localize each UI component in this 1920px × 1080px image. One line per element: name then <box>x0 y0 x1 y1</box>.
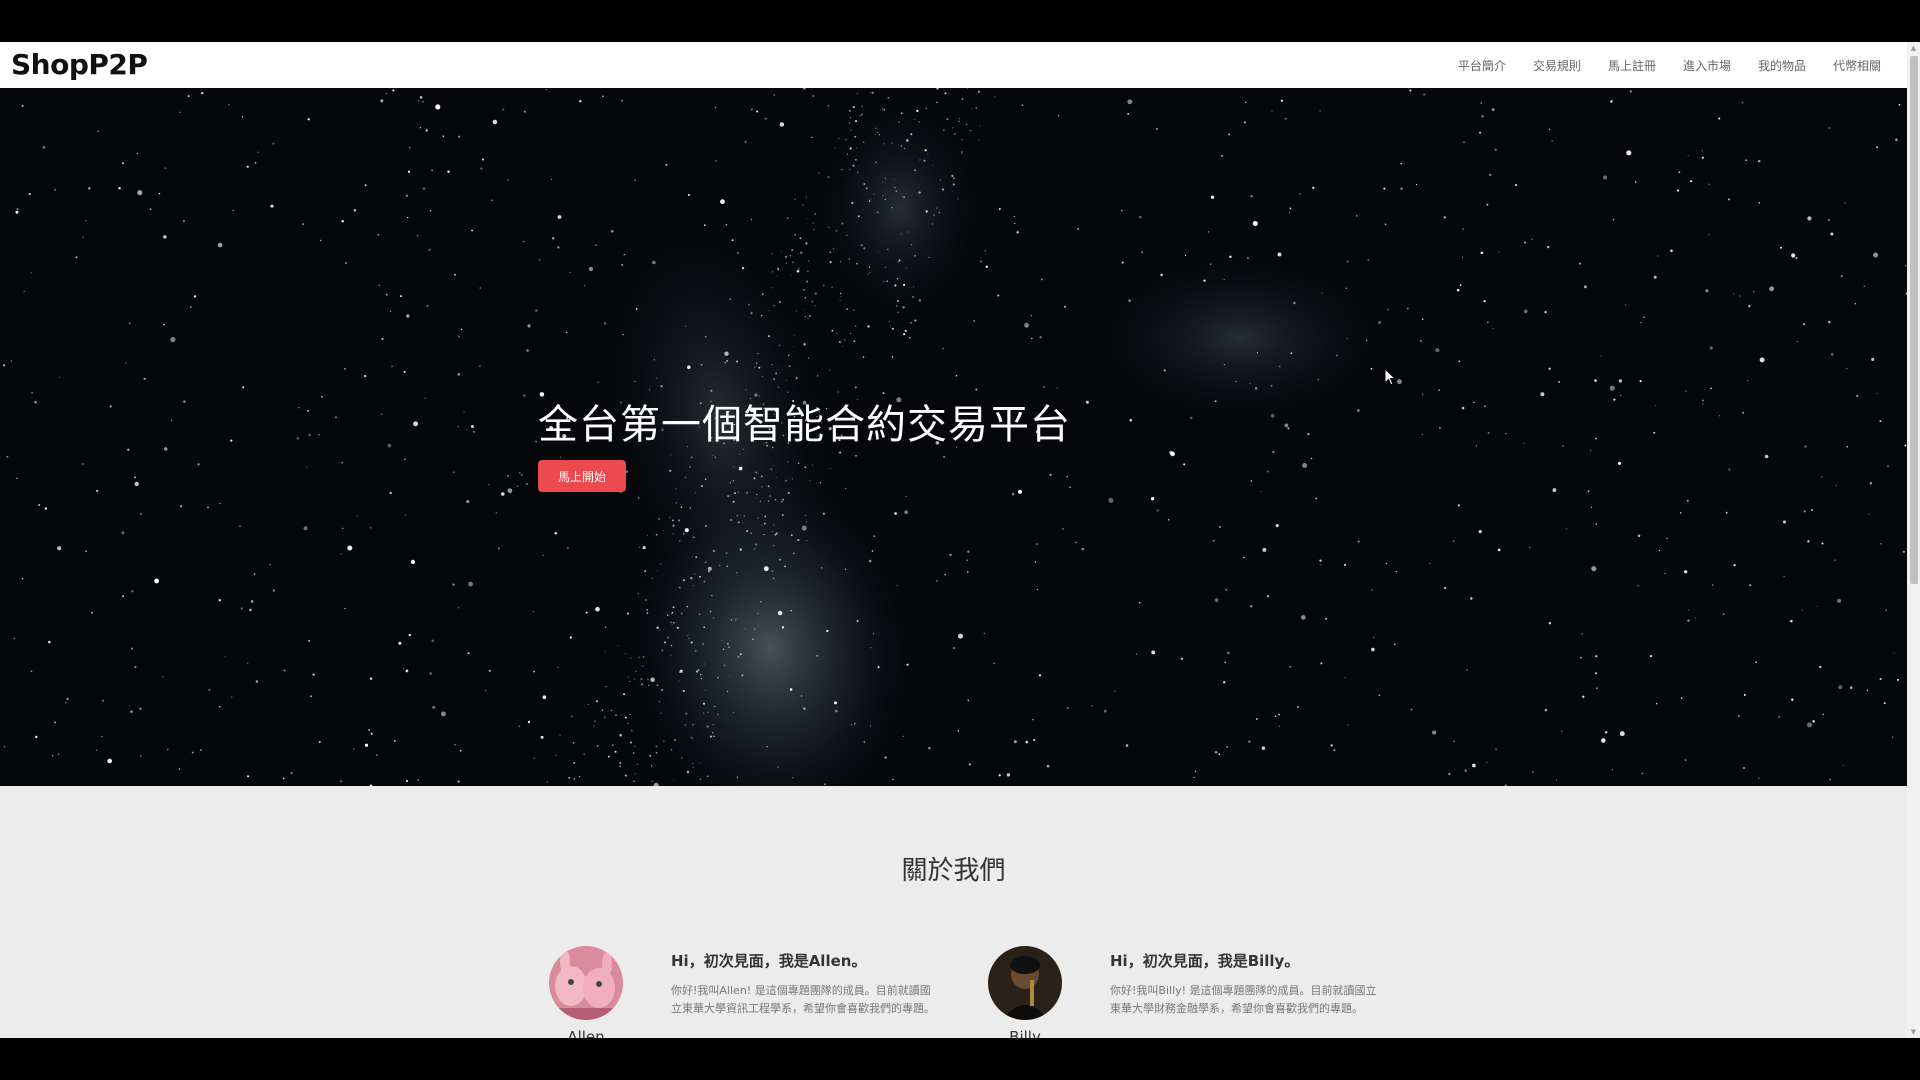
hero-section: 全台第一個智能合約交易平台 馬上開始 <box>0 88 1907 786</box>
top-navbar: ShopP2P 平台簡介 交易規則 馬上註冊 進入市場 我的物品 代幣相關 <box>0 42 1907 88</box>
nav-link-my-items[interactable]: 我的物品 <box>1758 57 1806 74</box>
hero-title: 全台第一個智能合約交易平台 <box>538 402 1071 448</box>
avatar-allen <box>549 946 623 1020</box>
browser-viewport: ShopP2P 平台簡介 交易規則 馬上註冊 進入市場 我的物品 代幣相關 全台… <box>0 42 1920 1038</box>
about-us-heading: 關於我們 <box>901 856 1006 886</box>
nav-link-register[interactable]: 馬上註冊 <box>1608 57 1656 74</box>
scrollbar-thumb[interactable] <box>1910 56 1918 584</box>
member-name: Billy <box>1009 1028 1041 1038</box>
avatar-billy <box>988 946 1062 1020</box>
scroll-down-arrow-icon[interactable]: ▼ <box>1907 1026 1920 1038</box>
member-bio: 你好!我叫Allen! 是這個專題團隊的成員。目前就讀國立東華大學資訊工程學系，… <box>671 984 935 1015</box>
mouse-pointer-icon <box>1384 368 1396 386</box>
member-greeting: Hi，初次見面，我是Billy。 <box>1110 952 1300 970</box>
member-name: Allen <box>567 1028 605 1038</box>
member-greeting: Hi，初次見面，我是Allen。 <box>671 952 867 970</box>
vertical-scrollbar[interactable]: ▲ ▼ <box>1907 42 1920 1038</box>
nav-link-enter-market[interactable]: 進入市場 <box>1683 57 1731 74</box>
get-started-button[interactable]: 馬上開始 <box>538 460 626 492</box>
site-logo[interactable]: ShopP2P <box>11 48 148 81</box>
nav-link-trading-rules[interactable]: 交易規則 <box>1533 57 1581 74</box>
scroll-up-arrow-icon[interactable]: ▲ <box>1907 42 1920 54</box>
nav-link-platform-intro[interactable]: 平台簡介 <box>1458 57 1506 74</box>
nav-link-tokens[interactable]: 代幣相關 <box>1833 57 1881 74</box>
nav-menu: 平台簡介 交易規則 馬上註冊 進入市場 我的物品 代幣相關 <box>1458 42 1881 88</box>
member-bio: 你好!我叫Billy! 是這個專題團隊的成員。目前就讀國立東華大學財務金融學系，… <box>1110 984 1377 1015</box>
